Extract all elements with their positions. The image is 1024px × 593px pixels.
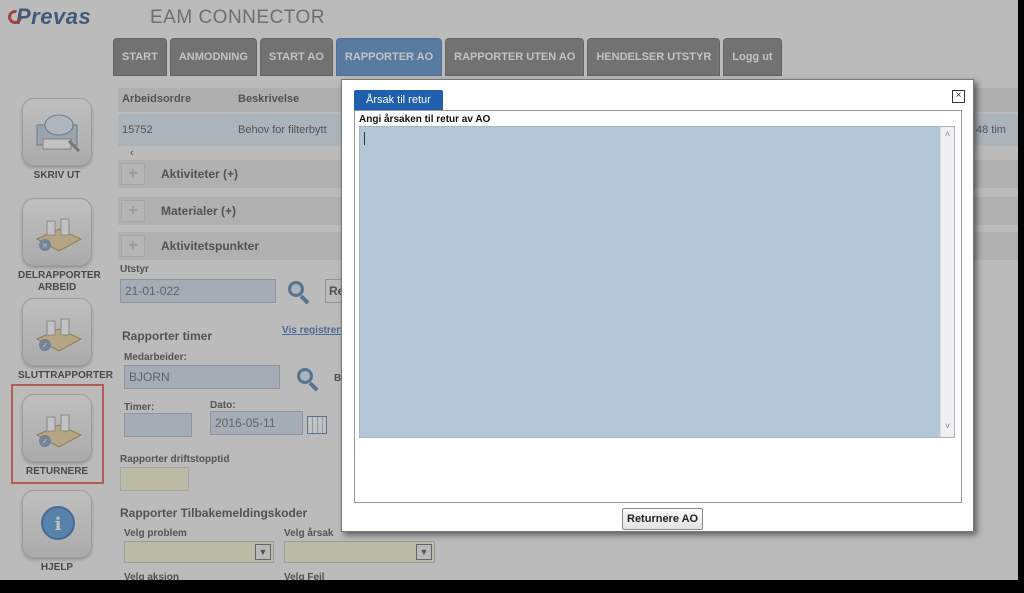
return-button[interactable]: ✓ RETURNERE — [18, 394, 96, 478]
main-nav: START ANMODNING START AO RAPPORTER AO RA… — [113, 38, 782, 76]
problem-label: Velg problem — [124, 528, 187, 539]
nav-rapporter-uten-ao[interactable]: RAPPORTER UTEN AO — [445, 38, 585, 76]
help-label: HJELP — [40, 562, 74, 573]
employee-field[interactable]: BJORN — [124, 365, 280, 389]
feedback-title: Rapporter Tilbakemeldingskoder — [120, 506, 308, 520]
downtime-label: Rapporter driftstopptid — [120, 454, 230, 465]
hours-field[interactable] — [124, 413, 192, 437]
prevas-logo: Prevas — [5, 4, 92, 30]
nav-start[interactable]: START — [113, 38, 167, 76]
calendar-icon[interactable] — [307, 416, 327, 434]
partial-report-label-line2: ARBEID — [37, 282, 77, 293]
print-label: SKRIV UT — [33, 170, 81, 181]
text-caret — [364, 132, 365, 145]
svg-text:✓: ✓ — [42, 341, 49, 350]
svg-text:×: × — [42, 241, 49, 250]
return-reason-dialog: Årsak til retur × Angi årsaken til retur… — [341, 79, 974, 532]
return-label: RETURNERE — [25, 466, 89, 477]
section-activity-points-label: Aktivitetspunkter — [161, 239, 260, 253]
chevron-up-icon[interactable]: ˄ — [941, 129, 954, 143]
action-label: Velg aksjon — [124, 572, 180, 580]
print-button[interactable]: SKRIV UT — [18, 98, 96, 182]
fault-label: Velg Feil — [284, 572, 325, 580]
textarea-scrollbar[interactable]: ˄ ˅ — [940, 127, 954, 437]
search-employee-icon[interactable] — [295, 366, 321, 392]
return-icon: ✓ — [22, 394, 92, 462]
partial-report-button[interactable]: × DELRAPPORTER ARBEID — [18, 198, 101, 294]
close-icon[interactable]: × — [952, 90, 965, 103]
cell-description: Behov for filterbytt — [238, 124, 327, 136]
app-title: EAM CONNECTOR — [150, 7, 326, 28]
final-report-button[interactable]: ✓ SLUTTRAPPORTER — [18, 298, 113, 382]
brand-name: Prevas — [16, 4, 92, 29]
partial-report-icon: × — [22, 198, 92, 266]
section-activities-label: Aktiviteter (+) — [161, 167, 239, 181]
col-work-order: Arbeidsordre — [122, 93, 192, 105]
hours-title: Rapporter timer — [122, 329, 213, 343]
final-report-icon: ✓ — [22, 298, 92, 366]
return-reason-prompt: Angi årsaken til retur av AO — [359, 114, 491, 125]
employee-label: Medarbeider: — [124, 352, 187, 363]
cause-select[interactable]: ▼ — [284, 541, 435, 563]
chevron-down-icon: ▼ — [416, 544, 432, 560]
expand-icon: + — [121, 235, 145, 257]
scroll-left-icon[interactable]: ‹ — [130, 147, 134, 159]
date-field[interactable]: 2016-05-11 — [210, 411, 303, 435]
return-ao-button[interactable]: Returnere AO — [622, 508, 704, 530]
section-materials-label: Materialer (+) — [161, 204, 237, 218]
return-reason-textarea[interactable]: ˄ ˅ — [359, 126, 955, 438]
equipment-field[interactable]: 21-01-022 — [120, 279, 276, 303]
show-registered-link[interactable]: Vis registrert — [282, 325, 344, 336]
downtime-field[interactable] — [120, 467, 189, 491]
nav-logout[interactable]: Logg ut — [723, 38, 782, 76]
svg-text:i: i — [55, 514, 62, 535]
nav-hendelser-utstyr[interactable]: HENDELSER UTSTYR — [587, 38, 721, 76]
partial-report-label-line1: DELRAPPORTER — [18, 270, 101, 281]
col-description: Beskrivelse — [238, 93, 300, 105]
cell-hours: 48 tim — [976, 124, 1006, 136]
problem-select[interactable]: ▼ — [124, 541, 274, 563]
nav-start-ao[interactable]: START AO — [259, 38, 333, 76]
chevron-down-icon: ▼ — [255, 544, 271, 560]
partial-report-label: DELRAPPORTER ARBEID — [18, 270, 101, 294]
hours-label: Timer: — [124, 402, 155, 413]
final-report-label: SLUTTRAPPORTER — [18, 370, 113, 381]
chevron-down-icon[interactable]: ˅ — [941, 421, 954, 435]
dialog-panel: Angi årsaken til retur av AO ˄ ˅ — [354, 110, 962, 503]
app-window: Prevas EAM CONNECTOR START ANMODNING STA… — [0, 0, 1018, 580]
nav-anmodning[interactable]: ANMODNING — [169, 38, 257, 76]
tab-return-reason[interactable]: Årsak til retur — [354, 90, 443, 110]
print-icon — [22, 98, 92, 166]
help-button[interactable]: i HJELP — [18, 490, 96, 574]
date-label: Dato: — [210, 400, 236, 411]
expand-icon: + — [121, 200, 145, 222]
cause-label: Velg årsak — [284, 528, 334, 539]
cell-work-order: 15752 — [122, 124, 153, 136]
svg-text:✓: ✓ — [42, 437, 49, 446]
expand-icon: + — [121, 163, 145, 185]
search-equipment-icon[interactable] — [286, 279, 312, 305]
equipment-label: Utstyr — [120, 264, 149, 275]
nav-rapporter-ao[interactable]: RAPPORTER AO — [335, 38, 443, 76]
help-icon: i — [22, 490, 92, 558]
